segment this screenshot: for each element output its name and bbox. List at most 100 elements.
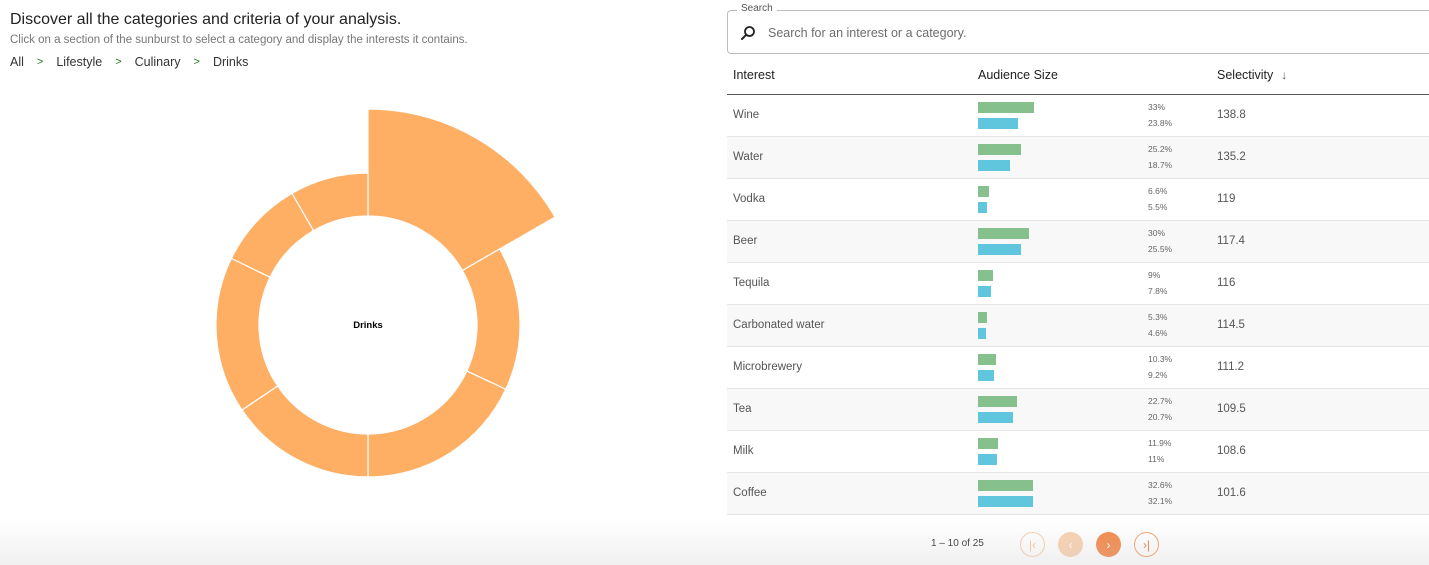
table-row[interactable]: Tequila 9% 7.8% 116: [727, 263, 1429, 305]
audience-bar-bottom: [978, 496, 1033, 507]
audience-bar-bottom: [978, 412, 1014, 423]
audience-bar-bottom: [978, 202, 988, 213]
sunburst-segment[interactable]: [461, 248, 521, 391]
interest-name: Wine: [733, 109, 760, 121]
audience-pct-top: 33%: [1148, 102, 1166, 112]
column-header-interest[interactable]: Interest: [733, 68, 775, 82]
table-row[interactable]: Milk 11.9% 11% 108.6: [727, 431, 1429, 473]
breadcrumb-separator: >: [115, 56, 122, 68]
audience-bar-bottom: [978, 328, 986, 339]
arrow-down-icon[interactable]: ↓: [1281, 68, 1287, 82]
table-row[interactable]: Wine 33% 23.8% 138.8: [727, 95, 1429, 137]
selectivity-value: 116: [1217, 277, 1236, 289]
audience-pct-top: 11.9%: [1148, 438, 1172, 448]
breadcrumb-all[interactable]: All: [10, 55, 24, 69]
breadcrumb-culinary[interactable]: Culinary: [135, 55, 181, 69]
audience-bar-top: [978, 102, 1035, 113]
audience-pct-bottom: 23.8%: [1148, 118, 1173, 128]
interest-name: Tea: [733, 403, 752, 415]
audience-bar-top: [978, 480, 1034, 491]
sunburst-panel: Discover all the categories and criteria…: [0, 0, 720, 565]
table-row[interactable]: Vodka 6.6% 5.5% 119: [727, 179, 1429, 221]
table-row[interactable]: Water 25.2% 18.7% 135.2: [727, 137, 1429, 179]
breadcrumb-separator: >: [193, 56, 200, 68]
audience-bar-top: [978, 312, 987, 323]
selectivity-value: 114.5: [1217, 319, 1245, 331]
table-body: Wine 33% 23.8% 138.8 Water 25.2% 18.7% 135.2 Vod…: [727, 95, 1429, 515]
audience-pct-top: 9%: [1148, 270, 1161, 280]
audience-bar-top: [978, 270, 994, 281]
first-page-button[interactable]: |‹: [1020, 532, 1045, 557]
interest-name: Microbrewery: [733, 361, 803, 373]
search-input[interactable]: [768, 23, 1368, 43]
next-page-button[interactable]: ›: [1096, 532, 1121, 557]
next-page-icon: ›: [1106, 537, 1111, 552]
column-header-selectivity[interactable]: Selectivity ↓: [1217, 68, 1287, 82]
audience-pct-bottom: 4.6%: [1148, 328, 1168, 338]
table-header: Interest Audience Size Selectivity ↓: [727, 56, 1429, 95]
interest-name: Beer: [733, 235, 758, 247]
search-label: Search: [737, 3, 777, 14]
search-icon: [740, 25, 756, 41]
sunburst-segment[interactable]: [241, 385, 369, 478]
interests-panel: Search Interest Audience Size Selectivit…: [727, 0, 1429, 565]
previous-page-button[interactable]: ‹: [1058, 532, 1083, 557]
table-row[interactable]: Beer 30% 25.5% 117.4: [727, 221, 1429, 263]
column-header-selectivity-label: Selectivity: [1217, 68, 1274, 82]
audience-bar-top: [978, 228, 1029, 239]
audience-pct-top: 10.3%: [1148, 354, 1173, 364]
audience-pct-bottom: 32.1%: [1148, 496, 1173, 506]
audience-bar-top: [978, 396, 1017, 407]
interest-name: Vodka: [733, 193, 765, 205]
sunburst-segment[interactable]: [215, 257, 279, 411]
sunburst-chart[interactable]: Drinks: [0, 90, 720, 510]
audience-pct-bottom: 7.8%: [1148, 286, 1168, 296]
last-page-icon: ›|: [1142, 537, 1151, 552]
breadcrumb-lifestyle[interactable]: Lifestyle: [56, 55, 102, 69]
interests-table: Interest Audience Size Selectivity ↓ Win…: [727, 56, 1429, 515]
selectivity-value: 109.5: [1217, 403, 1246, 415]
table-row[interactable]: Carbonated water 5.3% 4.6% 114.5: [727, 305, 1429, 347]
audience-bar-top: [978, 438, 999, 449]
interest-name: Coffee: [733, 487, 767, 499]
audience-bar-bottom: [978, 244, 1022, 255]
table-row[interactable]: Coffee 32.6% 32.1% 101.6: [727, 473, 1429, 515]
audience-pct-bottom: 11%: [1148, 454, 1165, 464]
selectivity-value: 101.6: [1217, 487, 1246, 499]
audience-pct-top: 25.2%: [1148, 144, 1173, 154]
page-subtitle: Click on a section of the sunburst to se…: [10, 34, 468, 46]
table-row[interactable]: Tea 22.7% 20.7% 109.5: [727, 389, 1429, 431]
audience-bar-top: [978, 354, 996, 365]
selectivity-value: 117.4: [1217, 235, 1245, 247]
audience-pct-bottom: 20.7%: [1148, 412, 1173, 422]
selectivity-value: 108.6: [1217, 445, 1246, 457]
table-row[interactable]: Microbrewery 10.3% 9.2% 111.2: [727, 347, 1429, 389]
audience-pct-bottom: 9.2%: [1148, 370, 1168, 380]
search-field[interactable]: Search: [727, 3, 1429, 54]
selectivity-value: 138.8: [1217, 109, 1246, 121]
interest-name: Carbonated water: [733, 319, 825, 331]
audience-bar-bottom: [978, 370, 994, 381]
selectivity-value: 111.2: [1217, 361, 1245, 373]
column-header-audience-size[interactable]: Audience Size: [978, 68, 1058, 82]
sunburst-segment[interactable]: [367, 370, 507, 478]
selectivity-value: 135.2: [1217, 151, 1246, 163]
first-page-icon: |‹: [1028, 537, 1037, 552]
audience-bar-bottom: [978, 286, 992, 297]
audience-bar-bottom: [978, 160, 1010, 171]
last-page-button[interactable]: ›|: [1134, 532, 1159, 557]
page-title: Discover all the categories and criteria…: [10, 11, 402, 28]
sunburst-segment-selected[interactable]: [367, 108, 556, 272]
audience-bar-bottom: [978, 118, 1019, 129]
audience-pct-top: 6.6%: [1148, 186, 1168, 196]
previous-page-icon: ‹: [1068, 537, 1073, 552]
breadcrumb-drinks[interactable]: Drinks: [213, 55, 248, 69]
breadcrumb-separator: >: [36, 56, 44, 68]
interest-name: Milk: [733, 445, 754, 457]
pagination-range: 1 – 10 of 25: [931, 538, 984, 549]
pagination: 1 – 10 of 25 |‹ ‹ › ›|: [727, 532, 1429, 558]
sunburst-center-label: Drinks: [353, 320, 383, 331]
selectivity-value: 119: [1217, 193, 1236, 205]
audience-bar-top: [978, 144, 1021, 155]
audience-pct-top: 30%: [1148, 228, 1166, 238]
